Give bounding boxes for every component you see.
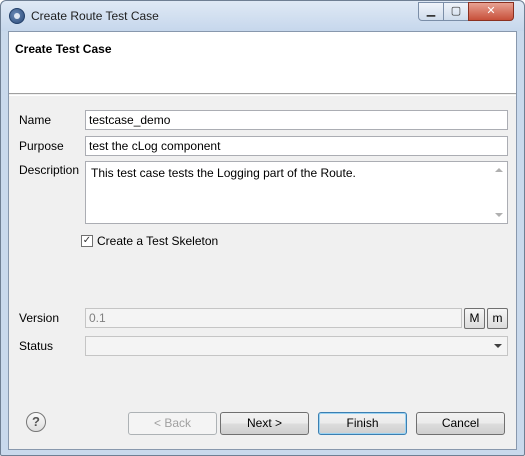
minimize-button[interactable]: ▁ — [418, 2, 444, 21]
dialog-window: Create Route Test Case ▁ ▢ ✕ Create Test… — [0, 0, 525, 456]
minor-version-button[interactable]: m — [487, 308, 508, 329]
next-button[interactable]: Next > — [220, 412, 309, 435]
purpose-field[interactable]: test the cLog component — [85, 136, 508, 156]
description-text: This test case tests the Logging part of… — [91, 166, 356, 180]
scroll-up-icon[interactable] — [495, 168, 503, 172]
cancel-button[interactable]: Cancel — [416, 412, 505, 435]
close-button[interactable]: ✕ — [468, 2, 514, 21]
status-label: Status — [19, 339, 54, 353]
chevron-down-icon[interactable] — [494, 344, 502, 348]
name-label: Name — [19, 113, 52, 127]
scroll-down-icon[interactable] — [495, 213, 503, 217]
name-field[interactable]: testcase_demo — [85, 110, 508, 130]
header-banner: Create Test Case — [9, 32, 516, 94]
status-select[interactable] — [85, 336, 508, 356]
header-divider — [9, 95, 516, 96]
finish-button[interactable]: Finish — [318, 412, 407, 435]
create-skeleton-label[interactable]: Create a Test Skeleton — [97, 234, 218, 248]
page-title: Create Test Case — [15, 42, 112, 56]
major-version-button[interactable]: M — [464, 308, 485, 329]
version-field: 0.1 — [85, 308, 462, 328]
purpose-label: Purpose — [19, 139, 64, 153]
description-scrollbar[interactable] — [492, 162, 507, 223]
maximize-button[interactable]: ▢ — [443, 2, 469, 21]
version-label: Version — [19, 311, 60, 325]
title-bar[interactable]: Create Route Test Case ▁ ▢ ✕ — [1, 1, 524, 31]
description-textarea[interactable]: This test case tests the Logging part of… — [85, 161, 508, 224]
help-icon[interactable]: ? — [26, 412, 46, 432]
window-title: Create Route Test Case — [31, 9, 159, 23]
description-label: Description — [19, 163, 80, 177]
create-skeleton-checkbox[interactable]: ✓ — [81, 235, 93, 247]
back-button[interactable]: < Back — [128, 412, 217, 435]
app-icon — [9, 8, 25, 24]
dialog-body: Create Test Case Name testcase_demo Purp… — [8, 31, 517, 450]
